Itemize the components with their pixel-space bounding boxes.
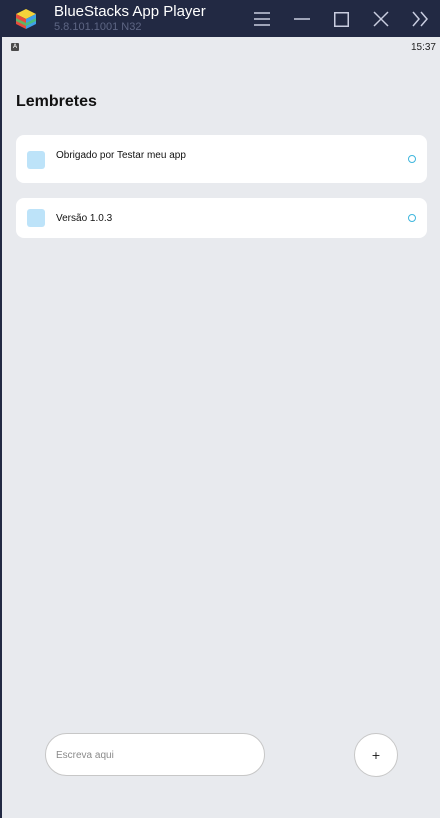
reminder-input[interactable]	[56, 746, 256, 764]
close-icon	[373, 11, 389, 27]
minimize-icon	[294, 18, 310, 20]
reminder-card[interactable]: Obrigado por Testar meu app	[16, 135, 427, 183]
add-reminder-button[interactable]: +	[354, 733, 398, 777]
bluestacks-logo-icon	[16, 9, 36, 29]
reminder-card[interactable]: Versão 1.0.3	[16, 198, 427, 238]
maximize-icon	[333, 11, 349, 27]
app-version: 5.8.101.1001 N32	[54, 21, 142, 33]
reminder-radio[interactable]	[408, 214, 416, 222]
reminder-checkbox[interactable]	[27, 151, 45, 169]
reminder-text: Versão 1.0.3	[56, 213, 113, 224]
app-title: BlueStacks App Player	[54, 3, 206, 20]
minimize-button[interactable]	[288, 5, 316, 33]
reminder-checkbox[interactable]	[27, 209, 45, 227]
notification-a-icon: A	[11, 43, 19, 51]
menu-button[interactable]	[248, 5, 276, 33]
collapse-sidebar-button[interactable]	[406, 5, 434, 33]
reminder-text: Obrigado por Testar meu app	[56, 150, 186, 161]
maximize-button[interactable]	[327, 5, 355, 33]
menu-icon	[254, 12, 270, 26]
window-left-border	[0, 37, 2, 818]
status-clock: 15:37	[410, 42, 436, 53]
page-title: Lembretes	[16, 93, 97, 110]
window-titlebar: BlueStacks App Player 5.8.101.1001 N32	[0, 0, 440, 37]
reminder-radio[interactable]	[408, 155, 416, 163]
status-bar: A 15:37	[2, 37, 440, 55]
close-button[interactable]	[367, 5, 395, 33]
collapse-sidebar-icon	[412, 11, 428, 27]
reminder-input-container[interactable]	[45, 733, 265, 776]
